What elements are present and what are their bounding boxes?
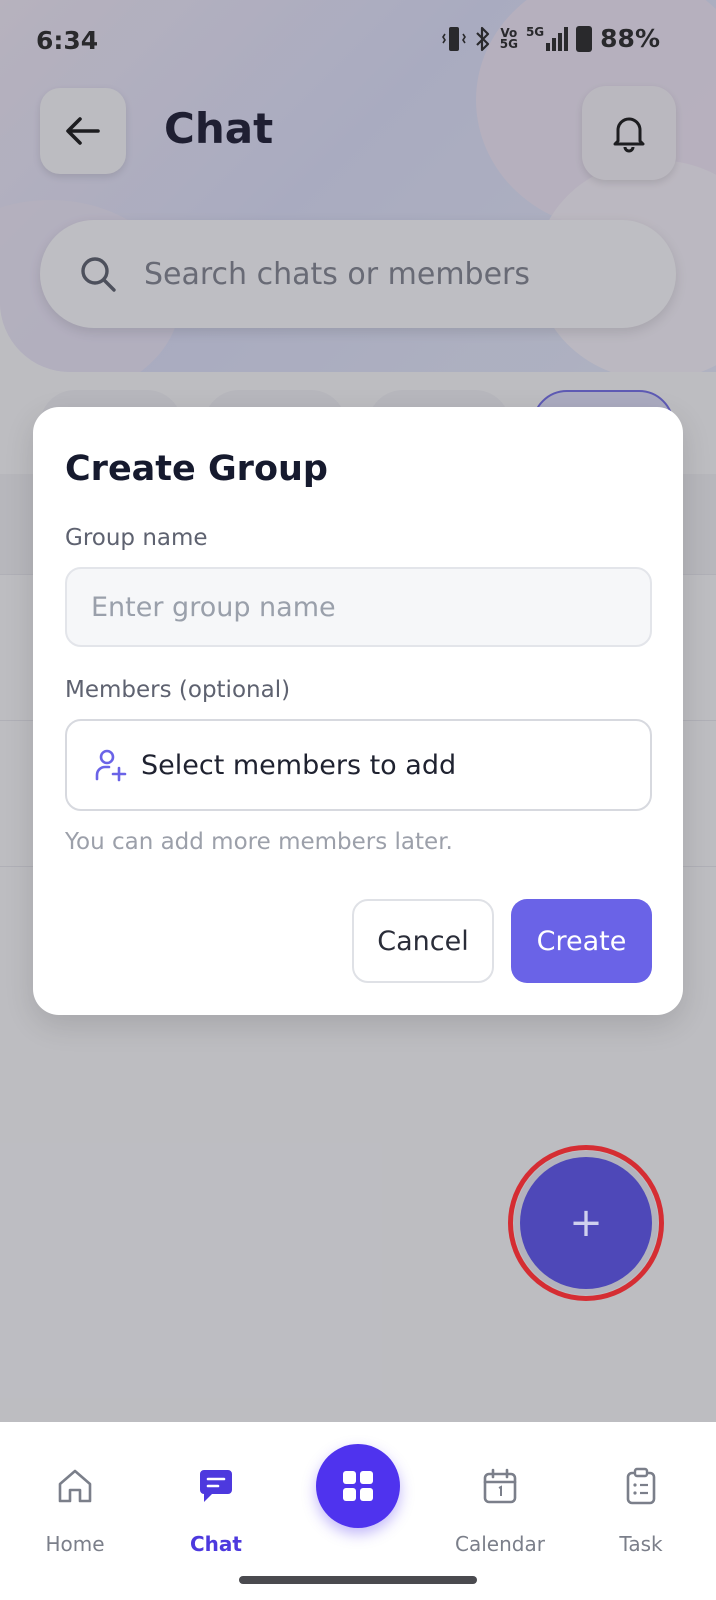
bottom-nav: Home Chat Calendar Task [0,1422,716,1600]
home-indicator [239,1576,477,1584]
nav-label-chat: Chat [190,1532,242,1556]
home-icon [58,1469,92,1503]
group-name-input[interactable] [65,567,652,647]
calendar-icon [483,1468,517,1504]
members-hint: You can add more members later. [65,829,453,855]
new-chat-fab[interactable]: + [520,1157,652,1289]
nav-center-button[interactable] [316,1444,400,1528]
nav-item-chat[interactable]: Chat [146,1422,286,1572]
select-members-label: Select members to add [141,749,457,781]
grid-icon [343,1471,373,1501]
nav-label-calendar: Calendar [455,1532,545,1556]
nav-item-task[interactable]: Task [571,1422,711,1572]
add-user-icon [95,749,127,782]
dialog-title: Create Group [65,449,328,489]
nav-item-home[interactable]: Home [5,1422,145,1572]
chat-icon [200,1470,232,1502]
select-members-button[interactable]: Select members to add [65,719,652,811]
group-name-label: Group name [65,525,208,551]
cancel-button[interactable]: Cancel [352,899,494,983]
clipboard-icon [626,1467,656,1505]
nav-label-task: Task [619,1532,663,1556]
nav-label-home: Home [45,1532,105,1556]
create-button[interactable]: Create [511,899,652,983]
plus-icon: + [569,1200,603,1246]
nav-item-calendar[interactable]: Calendar [430,1422,570,1572]
create-group-dialog: Create Group Group name Members (optiona… [33,407,683,1015]
members-label: Members (optional) [65,677,291,703]
